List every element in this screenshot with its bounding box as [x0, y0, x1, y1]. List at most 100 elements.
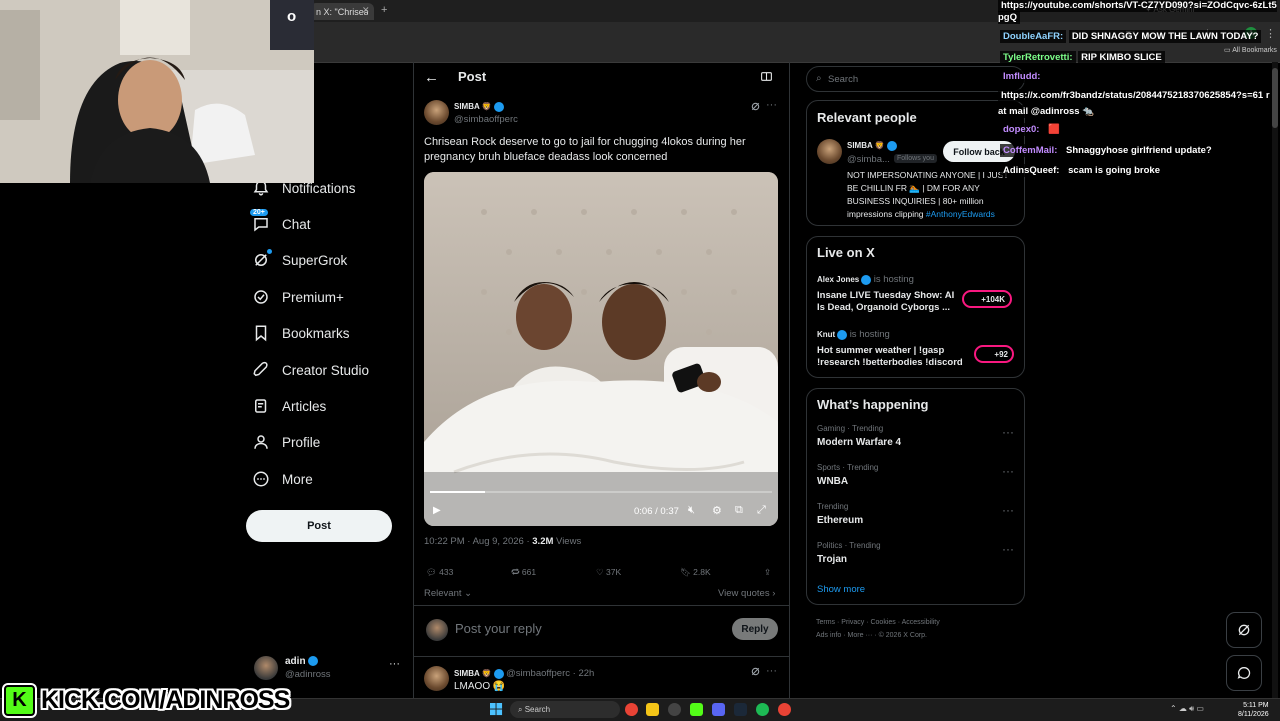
chat-username: DoubleAaFR: [1000, 30, 1067, 43]
share-icon[interactable]: ⇪ [764, 567, 771, 578]
bookmark-action[interactable]: 🔖︎ 2.8K [680, 567, 711, 578]
trend-more-icon[interactable]: ··· [1002, 542, 1014, 556]
new-tab-icon[interactable]: + [381, 4, 387, 16]
nav-item-supergrok[interactable]: SuperGrok [252, 245, 347, 275]
grok-explain-icon[interactable] [750, 101, 761, 112]
chat-username: TylerRetrovetti: [1000, 51, 1076, 64]
spotify-icon[interactable] [756, 703, 769, 716]
tab-close-icon[interactable]: ✕ [362, 5, 370, 16]
live-item[interactable]: Alex Jones is hosting Insane LIVE Tuesda… [817, 274, 1017, 318]
nav-item-premium[interactable]: Premium+ [252, 282, 344, 312]
trend-item[interactable]: Gaming · Trending Modern Warfare 4 ··· [807, 424, 1024, 456]
trend-more-icon[interactable]: ··· [1002, 503, 1014, 517]
live-host-name: Alex Jones [817, 275, 860, 284]
footer-link-more[interactable]: More ··· [848, 632, 873, 639]
tweet-timestamp[interactable]: 10:22 PM · Aug 9, 2026 · [424, 536, 532, 547]
reply-tweet-avatar[interactable] [424, 666, 449, 691]
live-on-x-card: Live on X Alex Jones is hosting Insane L… [806, 236, 1025, 378]
chrome-icon[interactable] [625, 703, 638, 716]
like-action[interactable]: ♡ 37K [596, 567, 621, 578]
chat-message: CoffemMail: Shnaggyhose girlfriend updat… [1000, 144, 1215, 157]
reply-tweet-author-name[interactable]: SIMBA 🦁 [454, 669, 492, 678]
tweet-author-avatar[interactable] [424, 100, 449, 125]
reply-button[interactable]: Reply [732, 618, 778, 640]
reply-input[interactable]: Post your reply [455, 621, 542, 636]
video-mute-icon[interactable]: 🔇︎ [688, 504, 695, 517]
relevant-person-name-row[interactable]: SIMBA 🦁 [847, 141, 897, 151]
video-pip-icon[interactable]: ⧉ [735, 504, 743, 517]
bio-hashtag-link[interactable]: #AnthonyEdwards [926, 209, 995, 219]
grok-icon [252, 249, 272, 269]
tweet-video[interactable]: ▶ 0:06 / 0:37 🔇︎ ⚙ ⧉ ⤢ [424, 172, 778, 526]
nav-item-profile[interactable]: Profile [252, 427, 320, 457]
trend-more-icon[interactable]: ··· [1002, 425, 1014, 439]
all-bookmarks-link[interactable]: ▭ All Bookmarks [1224, 46, 1277, 54]
nav-item-bookmarks[interactable]: Bookmarks [252, 318, 350, 348]
reply-action[interactable]: 💬︎ 433 [426, 567, 453, 578]
system-tray-icons[interactable]: ⌃ ☁ 🔊︎ ▭ [1170, 704, 1204, 714]
search-box[interactable]: ⌕ Search [806, 66, 1025, 92]
chat-username: CoffemMail: [1000, 144, 1061, 157]
trend-category: Sports · Trending [817, 463, 879, 472]
reply-tweet-handle[interactable]: @simbaoffperc · 22h [506, 668, 594, 679]
trend-item[interactable]: Politics · Trending Trojan ··· [807, 541, 1024, 573]
reply-tweet-more-icon[interactable]: ··· [766, 665, 777, 677]
file-explorer-icon[interactable] [646, 703, 659, 716]
live-listener-count: +104K [962, 290, 1012, 308]
footer-link-terms[interactable]: Terms [816, 619, 835, 626]
grok-floating-button[interactable] [1226, 612, 1262, 648]
account-switcher[interactable]: adin @adinross ··· [254, 656, 404, 682]
footer-link-ads-info[interactable]: Ads info [816, 632, 841, 639]
taskbar-search[interactable]: ⌕ Search [510, 701, 620, 718]
video-fullscreen-icon[interactable]: ⤢ [757, 504, 766, 517]
browser-menu-icon[interactable]: ⋮ [1265, 27, 1276, 40]
clock-time: 5:11 PM [1243, 702, 1269, 709]
search-input[interactable]: Search [828, 74, 858, 85]
live-host-status: is hosting [849, 329, 890, 340]
page-scrollbar[interactable] [1272, 62, 1278, 698]
nav-item-creator-studio[interactable]: Creator Studio [252, 355, 369, 385]
main-column: ← Post SIMBA 🦁 @simbaoffperc ··· Chrisea… [413, 62, 790, 702]
nav-item-chat[interactable]: 20+ Chat [250, 209, 311, 239]
trend-item[interactable]: Trending Ethereum ··· [807, 502, 1024, 534]
chat-message: TylerRetrovetti: RIP KIMBO SLICE [1000, 51, 1165, 64]
nav-item-articles[interactable]: Articles [252, 391, 326, 421]
live-title-text: Insane LIVE Tuesday Show: AI Is Dead, Or… [817, 290, 955, 313]
steam-icon[interactable] [734, 703, 747, 716]
reply-composer: Post your reply Reply [414, 605, 789, 657]
account-more-icon[interactable]: ··· [389, 658, 400, 670]
footer-link-accessibility[interactable]: Accessibility [902, 619, 940, 626]
video-settings-icon[interactable]: ⚙ [712, 504, 722, 517]
video-play-icon[interactable]: ▶ [433, 505, 441, 516]
trend-more-icon[interactable]: ··· [1002, 464, 1014, 478]
chat-username: Imfludd: [1000, 70, 1044, 83]
taskbar-clock[interactable]: 5:11 PM 8/11/2026 [1238, 701, 1269, 719]
repost-action[interactable]: 🔁︎ 661 [511, 567, 536, 579]
relevant-person-avatar[interactable] [817, 139, 842, 164]
tweet-more-icon[interactable]: ··· [766, 99, 777, 111]
relevant-person-handle[interactable]: @simba... [847, 154, 890, 165]
grok-explain-icon[interactable] [750, 666, 761, 677]
windows-start-icon[interactable] [490, 703, 503, 716]
footer-line-2: Ads info · More ··· · © 2026 X Corp. [816, 632, 928, 639]
trend-item[interactable]: Sports · Trending WNBA ··· [807, 463, 1024, 495]
show-more-link[interactable]: Show more [817, 584, 865, 595]
nav-item-more[interactable]: More [252, 464, 313, 494]
tweet-author-name-row[interactable]: SIMBA 🦁 [454, 102, 504, 112]
tweet-author-handle[interactable]: @simbaoffperc [454, 114, 518, 125]
view-quotes-link[interactable]: View quotes › [718, 588, 775, 599]
kick-icon[interactable] [690, 703, 703, 716]
live-host-row: Knut is hosting [817, 329, 890, 340]
live-item[interactable]: Knut is hosting Hot summer weather | !ga… [817, 329, 1017, 373]
back-arrow-icon[interactable]: ← [424, 69, 439, 86]
github-icon[interactable] [668, 703, 681, 716]
post-button[interactable]: Post [246, 510, 392, 542]
chrome-alt-icon[interactable] [778, 703, 791, 716]
footer-link-privacy[interactable]: Privacy [841, 619, 864, 626]
messages-floating-button[interactable] [1226, 655, 1262, 691]
footer-link-cookies[interactable]: Cookies [870, 619, 895, 626]
discord-icon[interactable] [712, 703, 725, 716]
reader-view-icon[interactable] [760, 70, 773, 83]
video-progress-track[interactable] [430, 491, 772, 493]
sort-dropdown[interactable]: Relevant ⌄ [424, 588, 472, 599]
